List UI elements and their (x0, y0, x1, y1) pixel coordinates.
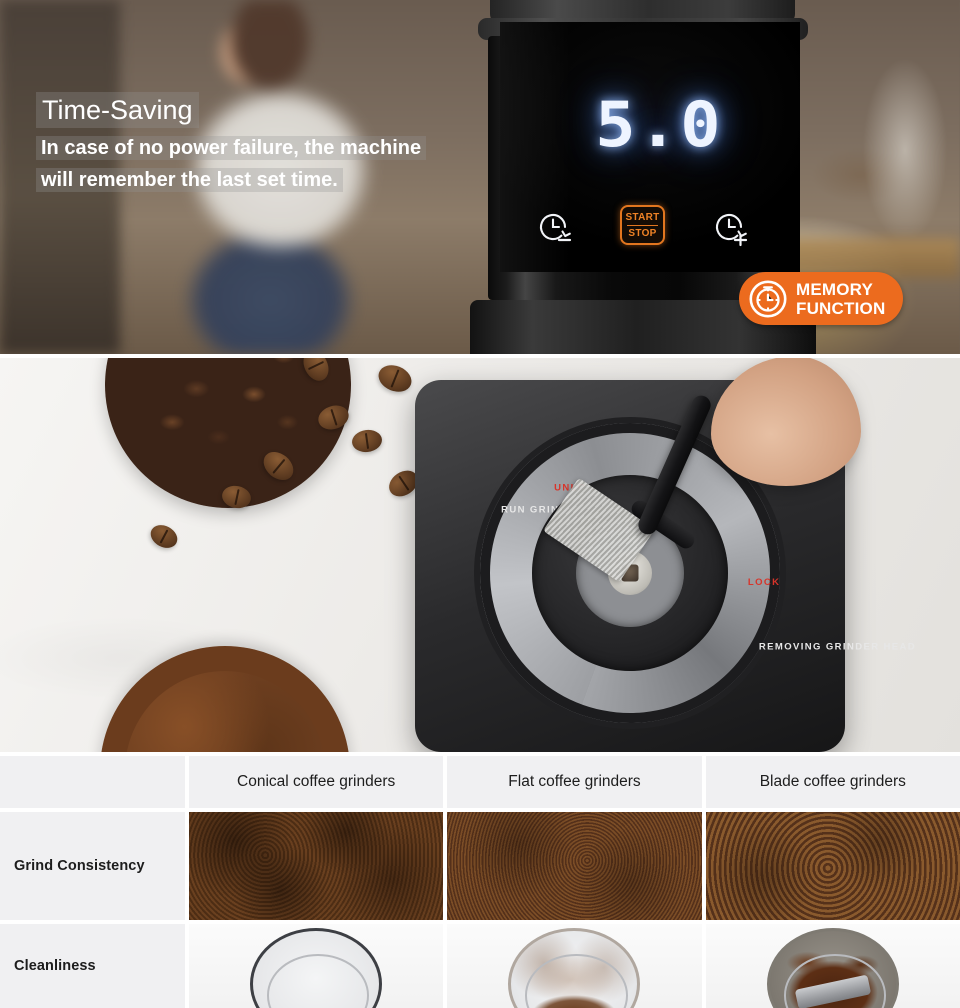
header-empty-cell (0, 756, 185, 808)
cleanliness-sample-flat (447, 924, 702, 1008)
memory-badge-line-2: FUNCTION (796, 298, 886, 318)
dusty-jar (508, 928, 641, 1008)
clock-plus-icon (715, 214, 748, 247)
time-saving-description: In case of no power failure, the machine… (36, 132, 486, 196)
clock-minus-icon (539, 214, 572, 242)
row-label-grind-consistency: Grind Consistency (0, 812, 185, 920)
jar-clean-container (189, 924, 444, 1008)
coffee-grounds-medium (447, 812, 702, 920)
grinder-comparison-table: Conical coffee grinders Flat coffee grin… (0, 752, 960, 1008)
column-header-blade: Blade coffee grinders (705, 756, 960, 808)
stop-label: STOP (628, 227, 657, 239)
led-time-display: 5.0 (595, 88, 723, 161)
jar-dirty-container (705, 924, 960, 1008)
clean-jar (250, 928, 383, 1008)
time-saving-line-1: In case of no power failure, the machine (36, 136, 427, 160)
table-header-row: Conical coffee grinders Flat coffee grin… (0, 756, 960, 808)
grind-sample-flat (447, 812, 702, 920)
coffee-grounds-coarse (705, 812, 960, 920)
start-stop-button[interactable]: START STOP (620, 205, 665, 245)
increase-time-button[interactable] (708, 204, 754, 255)
dirty-jar (766, 928, 899, 1008)
coffee-dust-residue (511, 931, 638, 1008)
engraving-lock: LOCK (747, 577, 781, 589)
coffee-grounds-fine (189, 812, 444, 920)
button-divider (627, 224, 658, 226)
column-header-flat: Flat coffee grinders (447, 756, 702, 808)
cleanliness-sample-blade (705, 924, 960, 1008)
time-saving-title: Time-Saving (36, 92, 199, 128)
coffee-residue-heavy (769, 931, 896, 1008)
cleanliness-sample-conical (189, 924, 444, 1008)
jar-dusty-container (447, 924, 702, 1008)
easy-to-clean-panel: RUN GRINDER EMPTY BEFORE REMOVING GRINDE… (0, 358, 960, 752)
table-row: Cleanliness (0, 924, 960, 1008)
time-saving-panel: 5.0 START STOP Time-Saving In case of no… (0, 0, 960, 354)
grinder-blade (794, 974, 872, 1008)
memory-function-badge: MEMORY FUNCTION (739, 272, 904, 325)
control-button-row: START STOP (500, 200, 800, 256)
start-label: START (625, 211, 660, 223)
time-saving-text-block: Time-Saving In case of no power failure,… (36, 92, 486, 196)
product-detail-page: 5.0 START STOP Time-Saving In case of no… (0, 0, 960, 1008)
engraving-head: REMOVING GRINDER HEAD (758, 641, 917, 653)
grinder-top-view: RUN GRINDER EMPTY BEFORE REMOVING GRINDE… (415, 358, 915, 752)
memory-badge-text: MEMORY FUNCTION (796, 280, 885, 318)
grind-sample-conical (189, 812, 444, 920)
grind-sample-blade (705, 812, 960, 920)
decrease-time-button[interactable] (532, 204, 578, 255)
time-saving-line-2: will remember the last set time. (36, 168, 343, 192)
row-label-cleanliness: Cleanliness (0, 924, 185, 1008)
memory-badge-line-1: MEMORY (796, 279, 874, 299)
column-header-conical: Conical coffee grinders (189, 756, 444, 808)
table-row: Grind Consistency (0, 812, 960, 920)
stopwatch-icon (749, 279, 787, 318)
